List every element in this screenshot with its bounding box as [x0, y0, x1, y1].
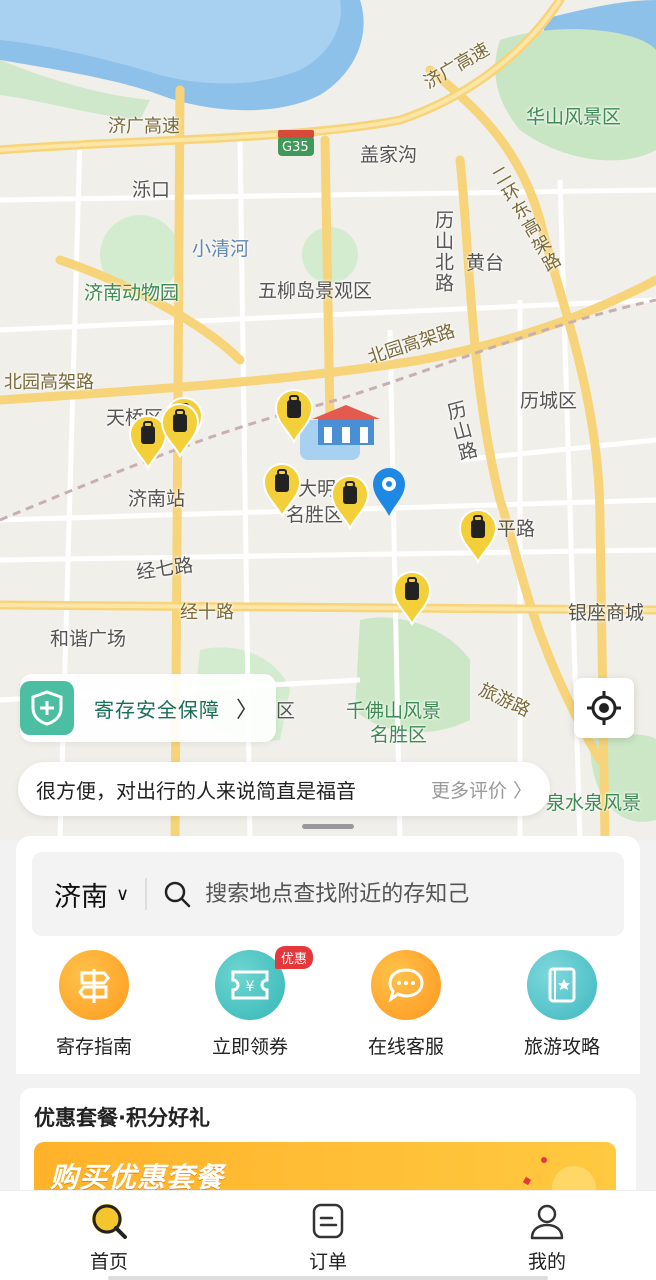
- discount-badge: 优惠: [274, 946, 313, 969]
- shortcut-travel-guide[interactable]: 旅游攻略: [502, 950, 622, 1059]
- shortcut-label: 在线客服: [367, 1036, 444, 1058]
- map-label-jingshi: 经十路: [180, 602, 234, 623]
- map-label-zoo: 济南动物园: [84, 282, 180, 304]
- luggage-pin-icon[interactable]: [330, 474, 370, 530]
- map-label-quanshui: 泉水泉风景: [546, 792, 642, 814]
- shortcut-online-service[interactable]: 在线客服: [346, 950, 466, 1059]
- promo-title: 优惠套餐·积分好礼: [34, 1106, 210, 1130]
- map-label-gaijiagou: 盖家沟: [360, 144, 418, 166]
- city-selector[interactable]: 济南: [54, 875, 108, 914]
- safety-guarantee-banner[interactable]: 寄存安全保障 〉: [20, 674, 276, 742]
- promo-section: 优惠套餐·积分好礼 购买优惠套餐: [20, 1088, 636, 1198]
- chevron-down-icon[interactable]: ∨: [116, 884, 129, 905]
- shortcut-label: 寄存指南: [55, 1036, 132, 1058]
- luggage-pin-icon[interactable]: [458, 508, 498, 564]
- map-label-g35: G35: [282, 140, 309, 155]
- map-label-yinzuo: 银座商城: [568, 602, 645, 624]
- map-label-xiaoqinghe: 小清河: [192, 238, 250, 260]
- chat-bubble-icon: [371, 950, 441, 1020]
- user-icon: [530, 1204, 564, 1240]
- map-label-huangtai: 黄台: [466, 252, 505, 274]
- shortcut-label: 立即领券: [211, 1036, 288, 1058]
- shield-icon: [20, 681, 74, 735]
- map-label-district: 区: [276, 700, 296, 722]
- home-indicator: [108, 1276, 548, 1280]
- locate-button[interactable]: [574, 678, 634, 738]
- drag-handle[interactable]: [302, 824, 354, 829]
- nav-home[interactable]: 首页: [54, 1201, 164, 1274]
- search-input[interactable]: [205, 881, 536, 907]
- map-label-licheng: 历城区: [520, 390, 578, 412]
- nav-label: 我的: [527, 1251, 566, 1273]
- safety-label: 寄存安全保障: [94, 697, 220, 722]
- luggage-pin-icon[interactable]: [392, 570, 432, 626]
- shortcut-label: 旅游攻略: [523, 1036, 600, 1058]
- current-location-pin-icon: [371, 466, 407, 518]
- luggage-pin-icon[interactable]: [274, 388, 314, 444]
- map-label-jinan-station: 济南站: [128, 488, 186, 510]
- nav-profile[interactable]: 我的: [492, 1201, 602, 1274]
- bottom-nav: 首页 订单 我的: [0, 1190, 656, 1280]
- map-label-luokou: 泺口: [132, 179, 171, 201]
- search-bar: 济南 ∨: [32, 852, 624, 936]
- nav-label: 订单: [308, 1251, 347, 1273]
- order-icon: [312, 1203, 344, 1239]
- chevron-right-icon: 〉: [236, 698, 259, 723]
- bottom-sheet: 济南 ∨ 寄存指南 ¥ 优惠 立即领券 在线客服 旅游攻略: [16, 836, 640, 1074]
- map-label-hexie: 和谐广场: [50, 628, 127, 650]
- map-label-beiyuan: 北园高架路: [4, 372, 94, 393]
- svg-text:¥: ¥: [246, 979, 255, 995]
- luggage-pin-icon[interactable]: [262, 462, 302, 518]
- map-label-qianfoshan-2: 名胜区: [370, 724, 428, 746]
- signpost-icon: [59, 950, 129, 1020]
- map-label-huashan: 华山风景区: [526, 106, 622, 128]
- review-bubble[interactable]: 很方便，对出行的人来说简直是福音 更多评价 〉: [18, 762, 550, 816]
- search-icon: [92, 1204, 127, 1239]
- nav-orders[interactable]: 订单: [273, 1201, 383, 1274]
- more-reviews-link[interactable]: 更多评价 〉: [431, 776, 532, 803]
- map-view[interactable]: 济广高速 华山风景区 济广高速 G35 盖家沟 二环东高架路 泺口 小清河 黄台…: [0, 0, 656, 840]
- shortcut-storage-guide[interactable]: 寄存指南: [34, 950, 154, 1059]
- map-label-highway: 济广高速: [108, 116, 180, 137]
- divider: [145, 878, 148, 910]
- review-quote: 很方便，对出行的人来说简直是福音: [36, 778, 356, 803]
- book-icon: [527, 950, 597, 1020]
- nav-label: 首页: [89, 1251, 128, 1273]
- shortcut-get-coupon[interactable]: ¥ 优惠 立即领券: [190, 946, 313, 1059]
- crosshair-icon: [587, 691, 621, 725]
- map-label-wuliudao: 五柳岛景观区: [258, 280, 373, 302]
- map-label-lishan-north: 历山北路: [432, 210, 454, 294]
- luggage-pin-icon[interactable]: [160, 402, 200, 458]
- map-label-qianfoshan: 千佛山风景: [346, 700, 442, 722]
- search-icon: [164, 881, 191, 908]
- coupon-icon: ¥ 优惠: [215, 946, 313, 1020]
